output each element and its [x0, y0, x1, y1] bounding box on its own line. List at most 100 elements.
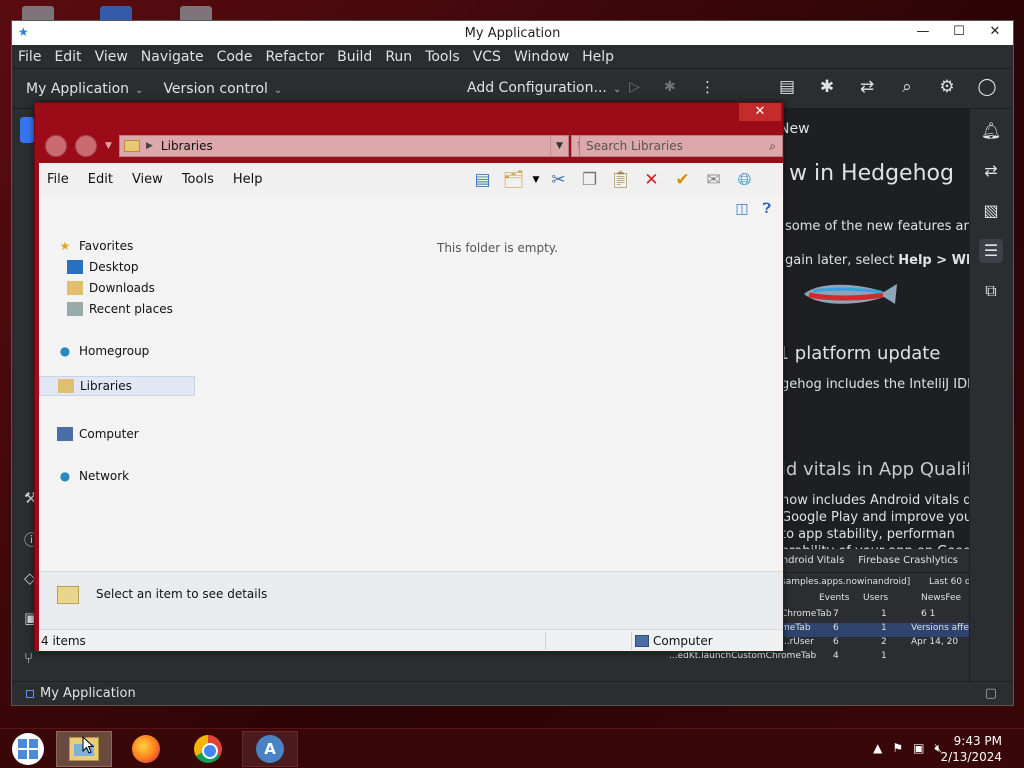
run-configuration-selector[interactable]: Add Configuration... ⌄ — [467, 80, 621, 96]
taskbar-firefox[interactable] — [118, 731, 174, 767]
preview-pane-icon[interactable]: ◫ — [735, 201, 748, 217]
address-bar[interactable]: ▶ Libraries ▼ — [119, 135, 569, 157]
close-button[interactable]: ✕ — [977, 21, 1013, 45]
table-row[interactable]: ...edKt.launchCustomChromeTab 4 1 — [639, 651, 969, 665]
downloads-icon — [67, 281, 83, 295]
ide-window-title: My Application — [464, 25, 561, 41]
nav-item-network[interactable]: ● Network — [57, 469, 129, 483]
paste-icon[interactable]: 📋︎ — [605, 167, 636, 193]
copy-icon[interactable]: ❐ — [574, 167, 605, 193]
status-separator — [631, 632, 632, 650]
nav-item-homegroup[interactable]: ● Homegroup — [57, 344, 150, 358]
search-icon[interactable]: ⌕ — [887, 77, 927, 97]
details-pane: Select an item to see details — [39, 571, 783, 629]
homegroup-icon: ● — [59, 344, 71, 358]
nav-item-favorites[interactable]: ★ Favorites — [57, 239, 134, 253]
menu-help[interactable]: Help — [233, 172, 263, 187]
version-control-menu[interactable]: Version control ⌄ — [163, 81, 282, 97]
whats-new-icon[interactable]: ☰ — [979, 239, 1003, 263]
menu-edit[interactable]: Edit — [88, 172, 113, 187]
menu-file[interactable]: File — [18, 49, 41, 65]
nav-item-libraries[interactable]: Libraries — [39, 376, 195, 396]
menu-help[interactable]: Help — [582, 49, 614, 65]
menu-tools[interactable]: Tools — [182, 172, 214, 187]
project-selector[interactable]: My Application ⌄ — [26, 81, 143, 97]
sdk-manager-icon[interactable]: ✱ — [807, 77, 847, 97]
forward-button[interactable] — [75, 135, 97, 157]
sync-icon[interactable]: ⇄ — [847, 77, 887, 97]
minimize-button[interactable]: — — [905, 21, 941, 45]
libraries-icon — [58, 379, 74, 393]
mouse-cursor-icon — [82, 736, 94, 754]
aqi-line-3: to app stability, performan — [781, 527, 955, 542]
device-manager-icon[interactable]: ▤ — [767, 77, 807, 97]
gradle-icon[interactable]: ⇄ — [979, 159, 1003, 183]
clock[interactable]: 9:43 PM 2/13/2024 — [940, 733, 1002, 765]
ide-title-bar[interactable]: ★ My Application — ☐ ✕ — [12, 21, 1013, 45]
cut-icon[interactable]: ✂ — [543, 167, 574, 193]
layout-pane-icon[interactable]: ▤ — [467, 167, 498, 193]
nav-item-recent-places[interactable]: Recent places — [67, 302, 173, 316]
close-button[interactable]: ✕ — [739, 103, 781, 121]
globe-icon[interactable]: 🌐︎ — [729, 167, 760, 193]
aqi-time-range[interactable]: Last 60 d — [929, 577, 969, 587]
debug-icon[interactable]: ✱ — [664, 79, 676, 95]
maximize-button[interactable]: ☐ — [941, 21, 977, 45]
status-location-label: Computer — [653, 634, 713, 648]
menu-vcs[interactable]: VCS — [473, 49, 501, 65]
account-icon[interactable]: ◯ — [967, 77, 1007, 97]
menu-navigate[interactable]: Navigate — [141, 49, 204, 65]
details-text: Select an item to see details — [96, 587, 268, 601]
organize-icon[interactable]: 🗂︎ — [498, 167, 529, 193]
git-icon[interactable]: ⑂ — [24, 649, 33, 667]
device-file-explorer-icon[interactable]: ▧ — [979, 199, 1003, 223]
nav-item-downloads[interactable]: Downloads — [67, 281, 155, 295]
menu-tools[interactable]: Tools — [425, 49, 460, 65]
checkmark-icon[interactable]: ✔ — [667, 167, 698, 193]
nav-item-desktop[interactable]: Desktop — [67, 260, 139, 274]
issue-label: ...rUser — [781, 637, 814, 647]
menu-edit[interactable]: Edit — [54, 49, 81, 65]
chevron-right-icon[interactable]: ▶ — [146, 141, 153, 151]
search-input[interactable]: Search Libraries ⌕ — [579, 135, 783, 157]
tab-firebase-crashlytics[interactable]: Firebase Crashlytics — [858, 555, 958, 566]
run-icon[interactable]: ▷ — [629, 79, 640, 95]
firefox-icon — [132, 735, 160, 763]
menu-window[interactable]: Window — [514, 49, 569, 65]
status-widget-icon[interactable]: ▢ — [985, 686, 997, 701]
windows-logo-icon — [12, 733, 44, 765]
properties-icon[interactable]: ✉ — [698, 167, 729, 193]
menu-build[interactable]: Build — [337, 49, 372, 65]
delete-icon[interactable]: ✕ — [636, 167, 667, 193]
more-actions-icon[interactable]: ⋮ — [700, 78, 715, 96]
help-icon[interactable]: ❓︎ — [763, 201, 771, 217]
aqi-detail-counts: 6 1 — [921, 609, 936, 619]
chevron-up-icon[interactable]: ▲ — [873, 741, 882, 756]
start-button[interactable] — [0, 731, 56, 767]
taskbar-android-studio[interactable]: A — [242, 731, 298, 767]
aqi-app-filter[interactable]: samples.apps.nowinandroid] — [781, 577, 910, 587]
notifications-icon[interactable]: 🔔︎ — [979, 119, 1003, 143]
menu-refactor[interactable]: Refactor — [265, 49, 324, 65]
menu-code[interactable]: Code — [217, 49, 253, 65]
taskbar-chrome[interactable] — [180, 731, 236, 767]
network-icon[interactable]: ▣ — [913, 741, 924, 756]
menu-file[interactable]: File — [47, 172, 69, 187]
clock-date: 2/13/2024 — [940, 750, 1002, 764]
back-button[interactable] — [45, 135, 67, 157]
clipboard-icon[interactable]: ⧉ — [979, 279, 1003, 303]
menu-run[interactable]: Run — [385, 49, 412, 65]
chevron-down-icon[interactable]: ▼ — [550, 136, 568, 156]
tab-android-vitals[interactable]: Android Vitals — [775, 555, 844, 566]
help-menu-link[interactable]: Help > What — [898, 253, 969, 268]
whats-new-help-line: gain later, select Help > What — [785, 253, 969, 268]
chevron-down-icon[interactable]: ▼ — [529, 167, 543, 193]
gear-icon[interactable]: ⚙ — [927, 77, 967, 97]
status-project-name[interactable]: My Application — [40, 686, 136, 701]
flag-icon[interactable]: ⚑ — [892, 741, 903, 756]
menu-view[interactable]: View — [95, 49, 128, 65]
recent-locations-dropdown[interactable]: ▼ — [105, 135, 112, 157]
nav-item-computer[interactable]: Computer — [57, 427, 139, 441]
project-tool-button[interactable] — [20, 117, 34, 143]
menu-view[interactable]: View — [132, 172, 163, 187]
